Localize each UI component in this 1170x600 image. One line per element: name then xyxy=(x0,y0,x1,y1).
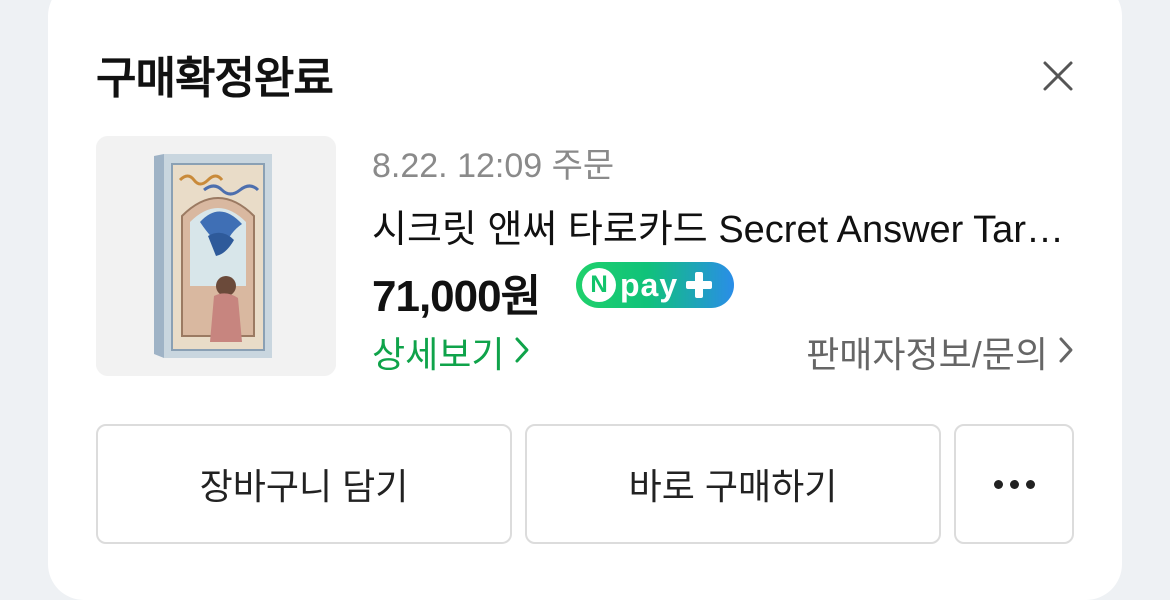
close-icon[interactable] xyxy=(1036,54,1080,98)
seller-info-label: 판매자정보/문의 xyxy=(806,334,1048,375)
npay-plus-badge: N pay xyxy=(576,262,734,308)
chevron-right-icon xyxy=(1058,331,1074,373)
detail-link-label: 상세보기 xyxy=(372,334,505,375)
add-to-cart-button[interactable]: 장바구니 담기 xyxy=(96,424,512,544)
seller-info-link[interactable]: 판매자정보/문의 xyxy=(806,326,1074,378)
buy-now-button[interactable]: 바로 구매하기 xyxy=(525,424,941,544)
plus-icon xyxy=(684,270,714,300)
npay-label: pay xyxy=(620,266,679,303)
product-price: 71,000원 xyxy=(372,272,541,321)
more-options-button[interactable] xyxy=(954,424,1074,544)
chevron-right-icon xyxy=(514,331,530,373)
order-date: 8.22. 12:09 주문 xyxy=(372,147,615,185)
product-thumbnail[interactable] xyxy=(96,136,336,376)
more-dots-icon xyxy=(993,479,1035,489)
npay-n-icon: N xyxy=(582,268,616,302)
product-name[interactable]: 시크릿 앤써 타로카드 Secret Answer Tarot Card xyxy=(372,198,1072,253)
detail-link[interactable]: 상세보기 xyxy=(372,326,530,378)
page-title: 구매확정완료 xyxy=(96,54,334,103)
